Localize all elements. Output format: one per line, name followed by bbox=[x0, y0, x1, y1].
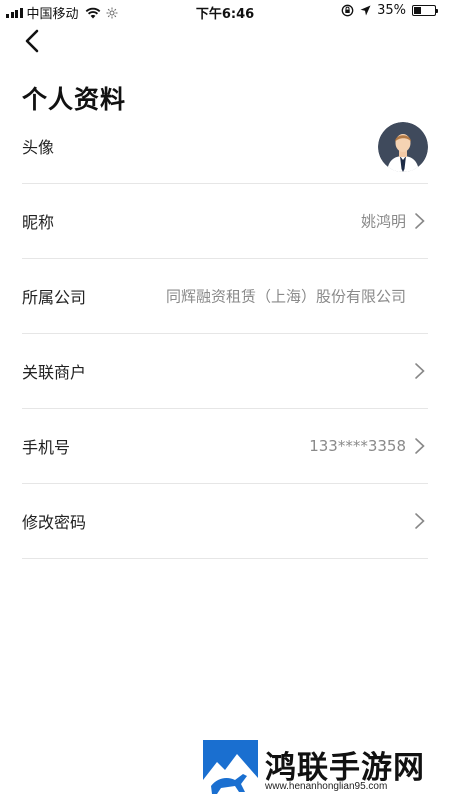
row-value-company: 同辉融资租赁（上海）股份有限公司 bbox=[165, 287, 406, 306]
row-value-phone: 133****3358 bbox=[309, 437, 406, 455]
rotation-lock-icon bbox=[341, 4, 354, 17]
row-nickname[interactable]: 昵称 姚鸿明 bbox=[22, 184, 428, 259]
row-label-nickname: 昵称 bbox=[22, 213, 55, 232]
status-right: 35% bbox=[341, 3, 438, 18]
row-phone[interactable]: 手机号 133****3358 bbox=[22, 409, 428, 484]
chevron-right-icon bbox=[415, 513, 425, 529]
watermark: 鸿联手游网 www.henanhonglian95.com bbox=[203, 740, 448, 798]
location-icon bbox=[360, 5, 371, 16]
row-avatar[interactable]: 头像 bbox=[22, 110, 428, 184]
row-label-change-password: 修改密码 bbox=[22, 513, 87, 532]
chevron-right-icon bbox=[415, 363, 425, 379]
chevron-right-icon bbox=[415, 213, 425, 229]
battery-level bbox=[414, 7, 421, 14]
row-change-password[interactable]: 修改密码 bbox=[22, 484, 428, 559]
row-label-company: 所属公司 bbox=[22, 288, 87, 307]
chevron-left-icon[interactable] bbox=[18, 26, 48, 56]
row-label-phone: 手机号 bbox=[22, 438, 71, 457]
row-company: 所属公司 同辉融资租赁（上海）股份有限公司 bbox=[22, 259, 428, 334]
avatar[interactable] bbox=[378, 122, 428, 172]
row-linked-merchant[interactable]: 关联商户 bbox=[22, 334, 428, 409]
chevron-right-icon bbox=[415, 438, 425, 454]
status-bar: 中国移动 下午6:46 35% bbox=[0, 0, 450, 22]
row-label-avatar: 头像 bbox=[22, 138, 55, 157]
watermark-logo-icon bbox=[203, 740, 258, 795]
row-value-nickname: 姚鸿明 bbox=[360, 212, 406, 231]
watermark-url: www.henanhonglian95.com bbox=[265, 781, 388, 792]
battery-icon bbox=[412, 5, 438, 16]
battery-percent: 35% bbox=[377, 3, 406, 18]
profile-list: 头像 昵称 姚鸿明 所属公司 同辉融资租赁（上海）股份有限公司 关联商户 手机号… bbox=[22, 110, 428, 559]
row-label-linked-merchant: 关联商户 bbox=[22, 363, 87, 382]
